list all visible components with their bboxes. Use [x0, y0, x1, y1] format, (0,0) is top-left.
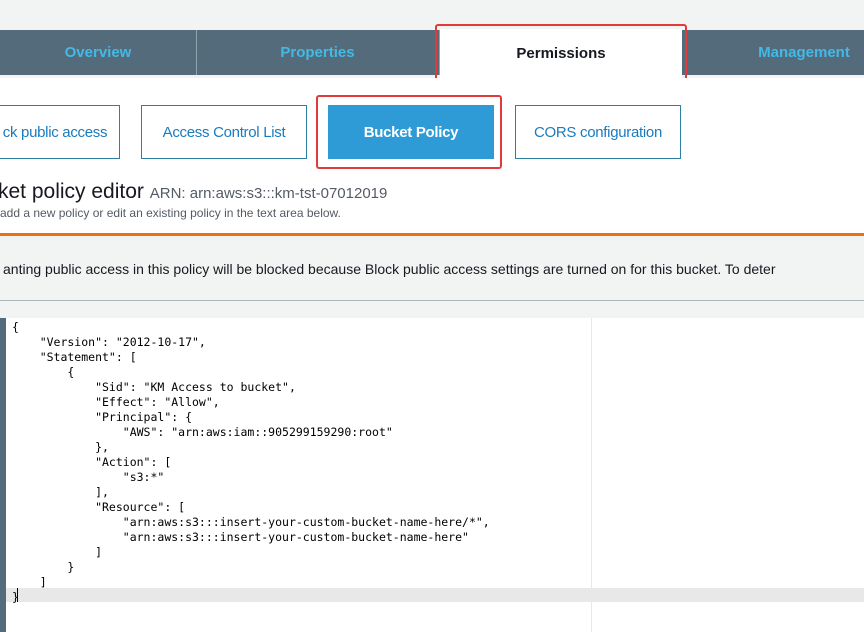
tab-overview[interactable]: Overview: [0, 30, 197, 75]
editor-print-margin-area: [592, 318, 864, 632]
bucket-policy-button[interactable]: Bucket Policy: [328, 105, 494, 159]
editor-print-margin: [591, 318, 592, 632]
editor-subtitle: add a new policy or edit an existing pol…: [0, 206, 341, 220]
policy-code-editor[interactable]: { "Version": "2012-10-17", "Statement": …: [0, 318, 864, 632]
cors-configuration-button[interactable]: CORS configuration: [515, 105, 681, 159]
tab-bar: Overview Properties Management: [0, 30, 864, 75]
page-title: ket policy editor ARN: arn:aws:s3:::km-t…: [0, 180, 387, 204]
warning-text: anting public access in this policy will…: [3, 261, 776, 277]
tab-properties[interactable]: Properties: [196, 30, 440, 75]
editor-gutter: [0, 318, 6, 632]
policy-json-text[interactable]: { "Version": "2012-10-17", "Statement": …: [12, 320, 490, 605]
warning-banner: anting public access in this policy will…: [0, 236, 864, 301]
editor-title-text: ket policy editor: [0, 180, 144, 203]
access-control-list-button[interactable]: Access Control List: [141, 105, 307, 159]
block-public-access-button[interactable]: ck public access: [0, 105, 120, 159]
tab-permissions[interactable]: Permissions: [440, 29, 682, 78]
text-cursor: [17, 588, 18, 602]
tab-management[interactable]: Management: [682, 30, 864, 75]
bucket-arn: ARN: arn:aws:s3:::km-tst-07012019: [149, 185, 388, 202]
